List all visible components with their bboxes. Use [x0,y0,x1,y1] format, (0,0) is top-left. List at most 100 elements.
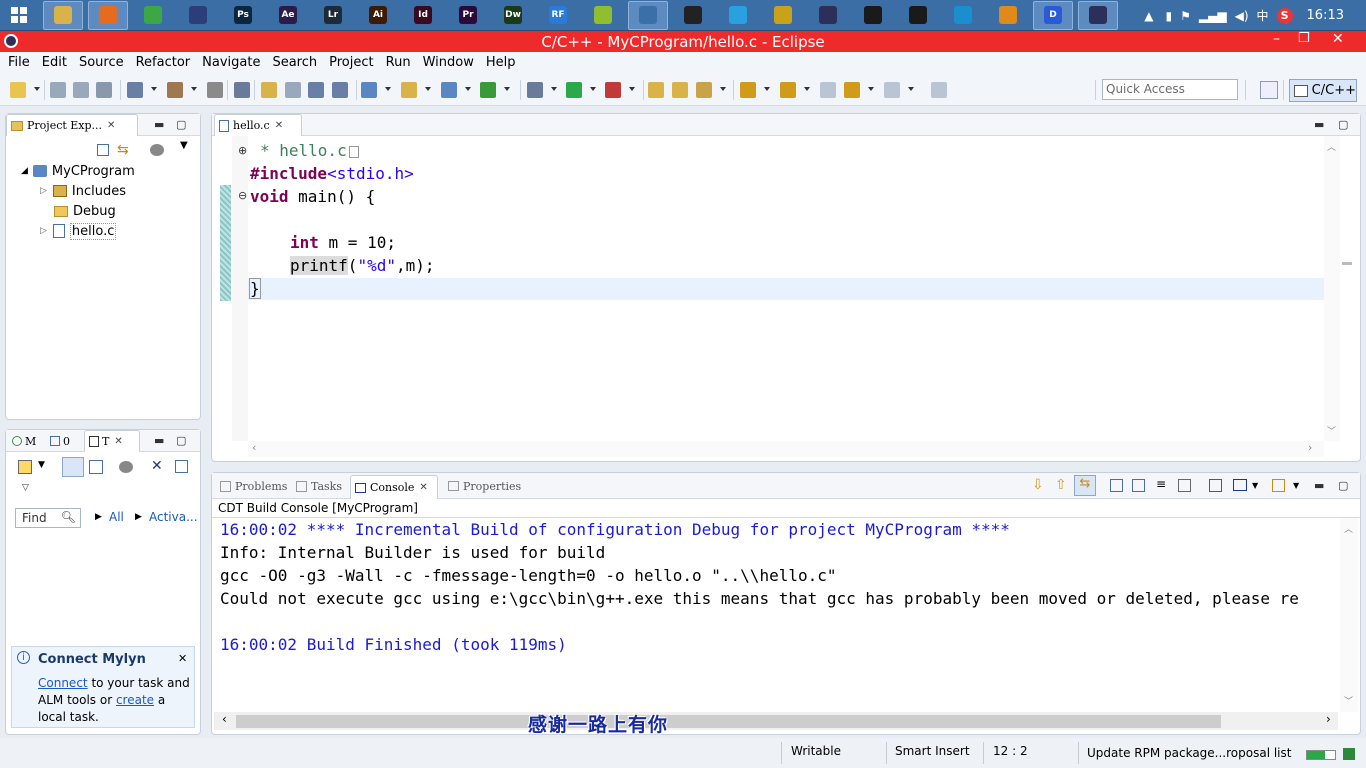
taskbar-app-firefox[interactable] [88,0,128,30]
tab-m[interactable]: M [8,430,40,452]
tab-hello-c[interactable]: hello.c ✕ [214,114,302,136]
open-folder-icon[interactable] [672,82,688,98]
create-link[interactable]: create [116,693,154,707]
new-folder-icon[interactable] [401,82,417,98]
view-menu-icon[interactable]: ▽ [22,483,29,493]
chevron-down-icon[interactable] [764,87,770,91]
external-tools-icon[interactable] [605,82,621,98]
chevron-down-icon[interactable]: ▼ [38,460,45,470]
scroll-right-icon[interactable]: › [1326,712,1331,726]
connect-link[interactable]: Connect [38,676,88,690]
maximize-view-icon[interactable]: ▢ [1338,118,1348,131]
tab-0[interactable]: 0 [46,430,74,452]
skip-icon[interactable] [234,82,250,98]
taskbar-app-premiere[interactable]: Pr [448,1,488,30]
open-type-icon[interactable] [648,82,664,98]
chevron-down-icon[interactable] [465,87,471,91]
collapse-all-icon[interactable] [97,144,109,156]
menu-help[interactable]: Help [480,52,522,74]
new-icon[interactable] [10,82,26,98]
menu-project[interactable]: Project [323,52,379,74]
arrow-up-icon[interactable]: ⇧ [1055,477,1067,493]
scroll-down-icon[interactable]: ﹀ [1344,694,1353,707]
activate-link[interactable]: Activa... [149,510,198,524]
para-icon[interactable] [332,82,348,98]
menu-search[interactable]: Search [266,52,323,74]
folded-marker-icon[interactable] [348,145,359,158]
eclipse-icon[interactable] [4,34,18,48]
link-with-editor-icon[interactable]: ⇆ [117,142,129,158]
taskbar-app-app-ball[interactable] [583,1,623,30]
settings-icon[interactable] [127,82,143,98]
taskbar-app-photoshop[interactable]: Ps [223,1,263,30]
taskbar-app-app-pin[interactable] [898,1,938,30]
chevron-down-icon[interactable] [590,87,596,91]
scroll-lock-icon[interactable]: ⇆ [1074,475,1096,496]
refresh-icon[interactable] [480,82,496,98]
remove-launch-icon[interactable] [1178,479,1191,492]
chevron-down-icon[interactable] [504,87,510,91]
build-icon[interactable] [167,82,183,98]
forward-icon[interactable] [884,82,900,98]
maximize-view-icon[interactable]: ▢ [176,434,186,447]
chevron-down-icon[interactable] [804,87,810,91]
code-line-3[interactable]: void main() { [250,187,375,206]
tree-item-debug[interactable]: Debug [54,202,116,220]
tab-tasks[interactable]: Tasks [292,475,346,497]
tab-properties[interactable]: Properties [444,475,525,497]
chevron-down-icon[interactable] [868,87,874,91]
all-filter-link[interactable]: All [109,510,124,524]
chevron-down-icon[interactable]: ▼ [180,140,188,151]
tab-project-explorer[interactable]: Project Exp... ✕ [6,114,138,136]
expand-arrow-icon[interactable]: ▷ [40,186,47,196]
battery-icon[interactable]: ▮ [1166,9,1173,23]
collapse-fold-icon[interactable]: ⊖ [238,189,247,202]
scroll-right-icon[interactable]: › [1308,441,1312,454]
progress-view-icon[interactable] [1343,748,1355,760]
chevron-down-icon[interactable] [425,87,431,91]
pin-editor-icon[interactable] [931,82,947,98]
minimize-icon[interactable]: – [1273,31,1280,47]
chevron-down-icon[interactable] [151,87,157,91]
back-disabled-icon[interactable] [820,82,836,98]
expand-arrow-icon[interactable]: ▷ [40,226,47,236]
taskbar-app-after-effects[interactable]: Ae [268,1,308,30]
scroll-down-icon[interactable]: ﹀ [1327,424,1336,437]
tree-item-project[interactable]: ◢ MyCProgram [21,162,135,180]
back-icon[interactable] [844,82,860,98]
scroll-left-icon[interactable]: ‹ [252,441,256,454]
progress-bar[interactable] [1306,750,1336,760]
flag-icon[interactable]: ⚑ [1180,9,1191,23]
save-icon[interactable] [50,82,66,98]
sogou-icon[interactable]: S [1276,7,1293,24]
quick-access-input[interactable]: Quick Access [1102,79,1238,100]
scroll-left-icon[interactable]: ‹ [222,712,227,726]
scheduled-icon[interactable] [89,460,103,474]
sync-icon[interactable] [119,461,133,473]
code-line-2[interactable]: #include<stdio.h> [250,164,414,183]
print-icon[interactable] [96,82,112,98]
open-perspective-button[interactable] [1260,81,1278,99]
status-insert-mode[interactable]: Smart Insert [895,744,970,758]
chevron-down-icon[interactable] [629,87,635,91]
minimize-view-icon[interactable]: ▬ [154,434,164,447]
pin-console-icon[interactable] [1132,479,1145,492]
new-class-icon[interactable] [441,82,457,98]
collapse-arrow-icon[interactable]: ◢ [21,166,28,176]
code-line-6[interactable]: printf("%d",m); [290,256,435,275]
menu-file[interactable]: File [2,52,36,74]
arrow-down-icon[interactable]: ⇩ [1032,477,1044,493]
tree-item-includes[interactable]: ▷ Includes [40,182,126,200]
taskbar-app-indesign[interactable]: Id [403,1,443,30]
pen-icon[interactable] [696,82,712,98]
tool-icon[interactable] [285,82,301,98]
new-task-icon[interactable] [18,460,32,474]
taskbar-app-eclipse-active[interactable] [1078,0,1118,30]
taskbar-app-app-d[interactable]: D [1033,0,1073,30]
build-target-icon[interactable] [207,82,223,98]
close-icon[interactable]: ✕ [1332,31,1344,47]
find-input[interactable]: Find 🔍︎ [15,508,81,528]
menu-navigate[interactable]: Navigate [196,52,266,74]
code-line-5[interactable]: int m = 10; [290,233,396,252]
taskbar-app-lightroom[interactable]: Lr [313,1,353,30]
